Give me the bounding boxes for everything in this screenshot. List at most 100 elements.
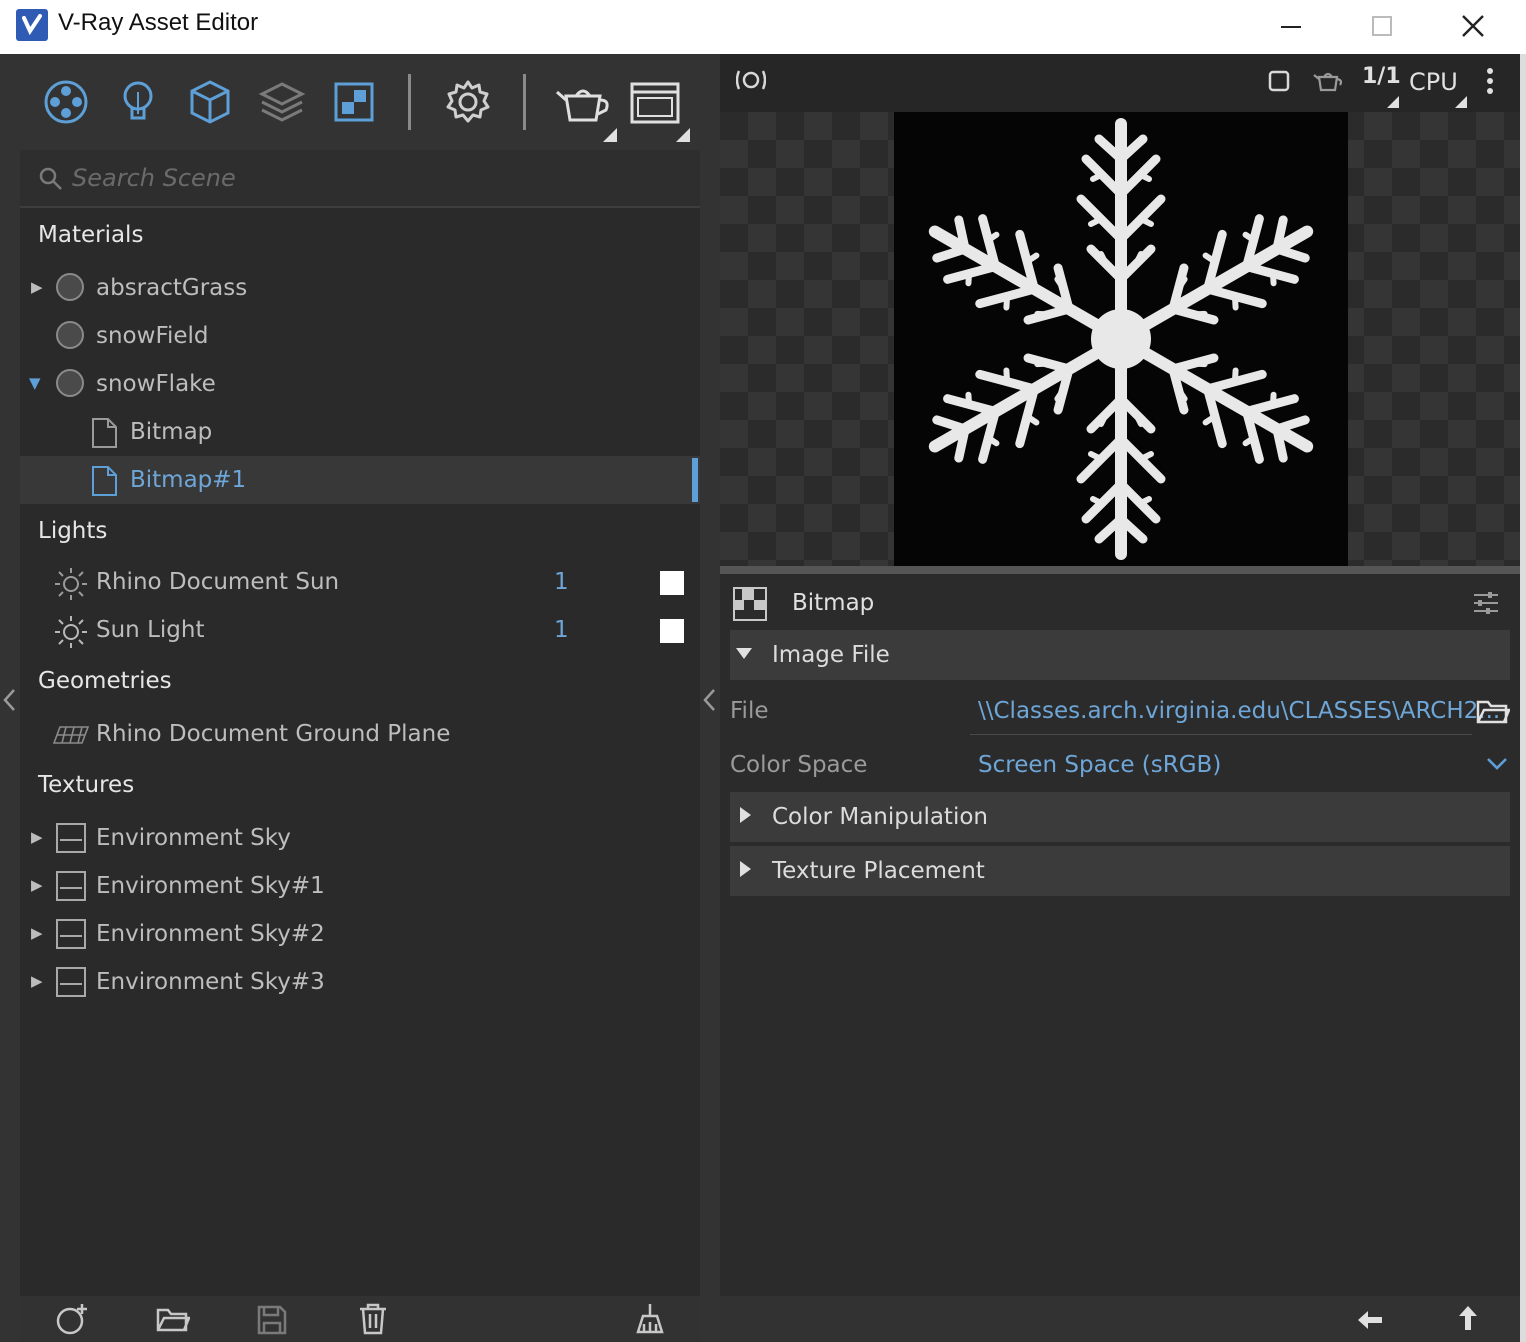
lights-tab[interactable] xyxy=(112,76,164,128)
expand-arrow-icon[interactable]: ▶ xyxy=(31,828,43,846)
collapse-left-panel-button[interactable] xyxy=(2,688,18,716)
lightbulb-icon xyxy=(123,81,153,120)
close-button[interactable] xyxy=(1448,6,1498,46)
toolbar-separator xyxy=(408,74,411,130)
ratio-dropdown-corner-icon[interactable] xyxy=(1387,96,1399,108)
browse-file-button[interactable] xyxy=(1476,696,1511,730)
expand-triangle-icon[interactable] xyxy=(740,807,751,823)
render-elements-tab[interactable] xyxy=(256,76,308,128)
bitmap-type-icon xyxy=(732,586,768,626)
close-icon xyxy=(1462,15,1484,37)
file-path-field[interactable]: \\Classes.arch.virginia.edu\CLASSES\ARCH… xyxy=(978,698,1500,724)
material-label: absractGrass xyxy=(96,275,248,301)
texture-label: Environment Sky#3 xyxy=(96,969,325,995)
expand-arrow-icon[interactable]: ▶ xyxy=(31,876,43,894)
trash-icon xyxy=(360,1303,386,1335)
materials-icon xyxy=(44,80,88,124)
light-toggle-checkbox[interactable] xyxy=(660,571,684,595)
material-ball-icon xyxy=(56,321,84,349)
expand-arrow-icon[interactable]: ▶ xyxy=(31,278,43,296)
teapot-icon xyxy=(556,89,609,122)
minimize-button[interactable] xyxy=(1266,6,1316,46)
chevron-left-icon xyxy=(3,689,15,711)
maximize-button[interactable] xyxy=(1357,6,1407,46)
open-file-button[interactable] xyxy=(156,1304,191,1338)
ground-plane-icon xyxy=(52,724,90,750)
layers-icon xyxy=(258,82,306,122)
document-icon xyxy=(90,417,118,453)
add-asset-button[interactable] xyxy=(54,1302,90,1340)
preview-more-options-button[interactable] xyxy=(1484,66,1496,100)
geometry-tab[interactable] xyxy=(184,76,236,128)
frame-buffer-options-corner-icon[interactable] xyxy=(676,128,690,142)
section-textures: Textures xyxy=(38,772,135,798)
engine-dropdown-corner-icon[interactable] xyxy=(1455,96,1467,108)
light-label: Sun Light xyxy=(96,617,205,643)
chevron-down-icon[interactable] xyxy=(1486,756,1508,776)
expand-arrow-icon[interactable]: ▶ xyxy=(31,924,43,942)
section-lights: Lights xyxy=(38,518,108,544)
folder-open-icon xyxy=(156,1308,191,1332)
properties-panel xyxy=(720,574,1520,1296)
texture-child-label: Bitmap#1 xyxy=(130,467,247,493)
folder-open-icon xyxy=(1476,700,1511,724)
group-label: Color Manipulation xyxy=(772,804,988,830)
preview-resolution-ratio[interactable]: 1/1 xyxy=(1362,64,1401,89)
field-underline xyxy=(970,734,1472,735)
kebab-menu-icon xyxy=(1487,68,1493,94)
preview-shape-teapot-button[interactable] xyxy=(1312,68,1344,98)
render-window-icon xyxy=(630,82,680,124)
vray-logo-icon xyxy=(16,9,48,41)
materials-tab[interactable] xyxy=(40,76,92,128)
light-toggle-checkbox[interactable] xyxy=(660,619,684,643)
expand-triangle-icon[interactable] xyxy=(740,861,751,877)
environment-texture-icon xyxy=(56,919,86,949)
asset-type-title: Bitmap xyxy=(792,590,875,616)
textures-tab[interactable] xyxy=(328,76,380,128)
search-icon xyxy=(38,166,64,196)
delete-button[interactable] xyxy=(358,1302,388,1340)
file-label: File xyxy=(730,698,769,724)
navigate-back-button[interactable] xyxy=(1356,1308,1384,1336)
expand-arrow-icon[interactable]: ▶ xyxy=(31,972,43,990)
search-placeholder: Search Scene xyxy=(72,164,236,192)
arrow-left-icon xyxy=(1358,1311,1382,1329)
sliders-icon xyxy=(1474,592,1498,614)
snowflake-preview-image xyxy=(894,118,1348,566)
properties-settings-button[interactable] xyxy=(1472,590,1500,620)
right-bottom-toolbar xyxy=(720,1296,1526,1342)
toolbar-separator xyxy=(523,74,526,130)
save-button[interactable] xyxy=(256,1304,288,1340)
list-item-selected[interactable] xyxy=(20,456,700,504)
purge-unused-button[interactable] xyxy=(634,1302,666,1340)
selection-indicator xyxy=(692,458,698,502)
list-item[interactable] xyxy=(20,410,700,456)
window-edge xyxy=(1520,54,1526,1342)
collapse-preview-panel-button[interactable] xyxy=(702,688,718,716)
save-disk-icon xyxy=(257,1305,287,1335)
environment-texture-icon xyxy=(56,823,86,853)
color-space-dropdown[interactable]: Screen Space (sRGB) xyxy=(978,752,1221,778)
render-button[interactable] xyxy=(552,72,614,134)
preview-link-button[interactable] xyxy=(735,66,767,98)
preview-eye-icon xyxy=(735,70,767,90)
collapse-arrow-icon[interactable]: ▼ xyxy=(29,374,41,392)
collapse-triangle-icon[interactable] xyxy=(736,648,752,659)
render-options-corner-icon[interactable] xyxy=(603,128,617,142)
navigate-up-button[interactable] xyxy=(1456,1304,1480,1336)
preview-resize-handle[interactable] xyxy=(720,566,1520,574)
texture-child-label: Bitmap xyxy=(130,419,213,445)
preview-shape-plane-button[interactable] xyxy=(1268,70,1290,96)
settings-tab[interactable] xyxy=(440,74,496,130)
group-label: Texture Placement xyxy=(772,858,985,884)
render-engine-selector[interactable]: CPU xyxy=(1409,68,1458,96)
maximize-icon xyxy=(1372,16,1392,36)
section-materials: Materials xyxy=(38,222,144,248)
frame-buffer-button[interactable] xyxy=(624,72,686,134)
texture-checker-icon xyxy=(334,82,374,122)
cube-icon xyxy=(190,80,230,124)
environment-texture-icon xyxy=(56,967,86,997)
sun-icon xyxy=(54,615,88,653)
light-instance-count: 1 xyxy=(554,569,569,595)
light-instance-count: 1 xyxy=(554,617,569,643)
